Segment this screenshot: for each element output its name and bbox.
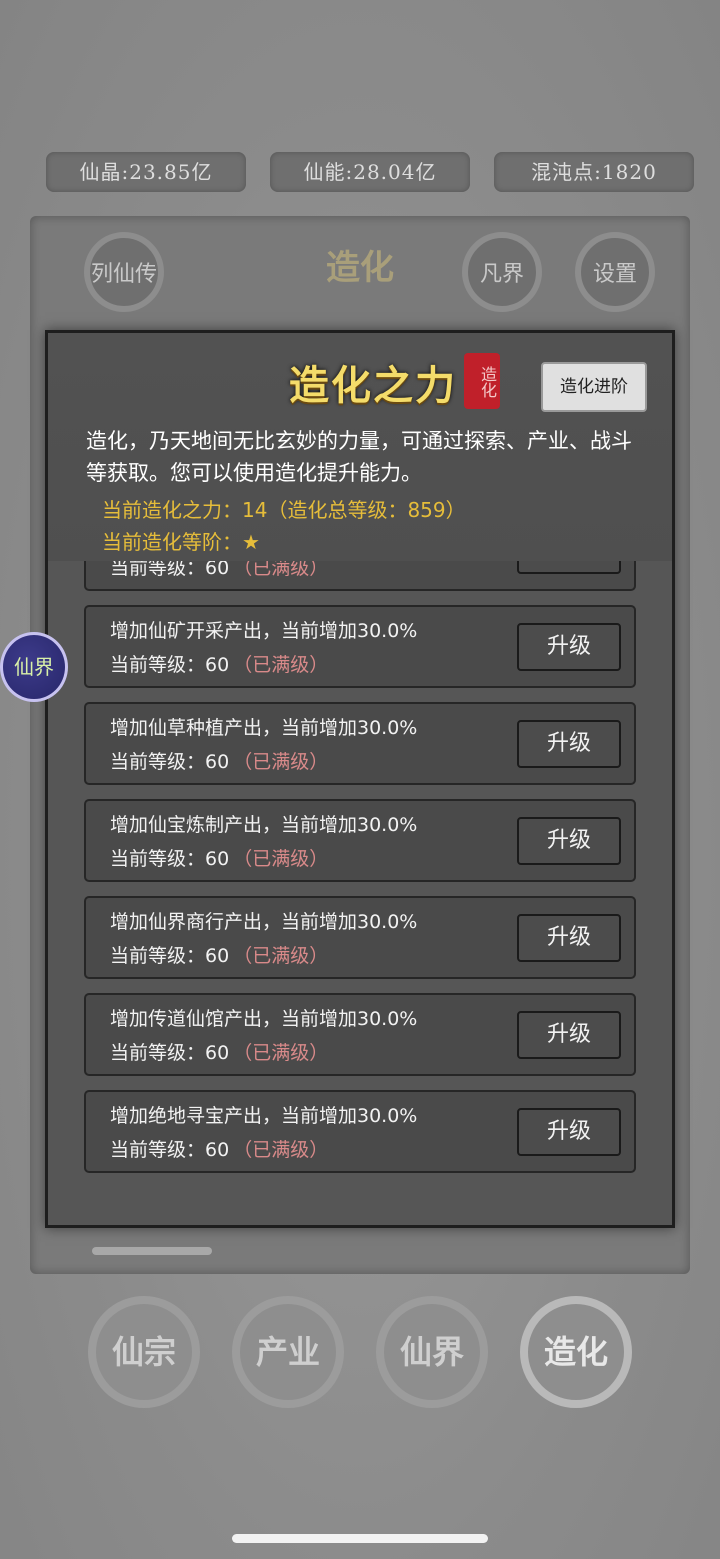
xianjie-float-button[interactable]: 仙界	[0, 632, 68, 702]
dialog-description: 造化，乃天地间无比玄妙的力量，可通过探索、产业、战斗等获取。您可以使用造化提升能…	[86, 429, 632, 485]
row-level: 当前等级：60 （已满级）	[110, 1139, 329, 1161]
upgrade-list[interactable]: 当前等级：60（已满级） 升级 增加仙矿开采产出，当前增加30.0% 当前等级：…	[48, 561, 672, 1225]
resource-xianjing: 仙晶:23.85亿	[46, 152, 246, 192]
liexianzhuan-button[interactable]: 列仙传	[84, 232, 164, 312]
row-level: 当前等级：60 （已满级）	[110, 654, 329, 676]
max-level-tag: （已满级）	[233, 1139, 329, 1161]
home-indicator	[232, 1534, 488, 1543]
upgrade-button[interactable]: 升级	[517, 623, 621, 671]
list-item-partial: 当前等级：60（已满级） 升级	[84, 561, 636, 591]
advance-button[interactable]: 造化进阶	[541, 362, 647, 412]
upgrade-button[interactable]: 升级	[517, 914, 621, 962]
row-level: 当前等级：60 （已满级）	[110, 561, 328, 580]
upgrade-button[interactable]: 升级	[517, 720, 621, 768]
row-level: 当前等级：60 （已满级）	[110, 945, 329, 967]
row-level: 当前等级：60 （已满级）	[110, 848, 329, 870]
row-description: 增加传道仙馆产出，当前增加30.0%	[110, 1008, 418, 1030]
row-description: 增加仙界商行产出，当前增加30.0%	[110, 911, 418, 933]
list-item: 增加仙矿开采产出，当前增加30.0% 当前等级：60 （已满级） 升级	[84, 605, 636, 688]
upgrade-button[interactable]: 升级	[517, 817, 621, 865]
max-level-tag: （已满级）	[233, 1042, 329, 1064]
list-item: 增加传道仙馆产出，当前增加30.0% 当前等级：60 （已满级） 升级	[84, 993, 636, 1076]
resource-hundun: 混沌点:1820	[494, 152, 694, 192]
max-level-tag: （已满级）	[233, 848, 329, 870]
upgrade-button[interactable]: 升级	[517, 1011, 621, 1059]
row-level: 当前等级：60 （已满级）	[110, 1042, 329, 1064]
upgrade-button[interactable]: 升级	[517, 561, 621, 574]
nav-zaohua[interactable]: 造化	[520, 1296, 632, 1408]
current-tier: 当前造化等阶：★	[102, 530, 260, 554]
max-level-tag: （已满级）	[233, 751, 329, 773]
row-description: 增加仙矿开采产出，当前增加30.0%	[110, 620, 418, 642]
list-item: 增加绝地寻宝产出，当前增加30.0% 当前等级：60 （已满级） 升级	[84, 1090, 636, 1173]
row-description: 增加仙草种植产出，当前增加30.0%	[110, 717, 418, 739]
fanjie-button[interactable]: 凡界	[462, 232, 542, 312]
max-level-tag: （已满级）	[233, 654, 329, 676]
resource-xianneng: 仙能:28.04亿	[270, 152, 470, 192]
settings-button[interactable]: 设置	[575, 232, 655, 312]
row-description: 增加仙宝炼制产出，当前增加30.0%	[110, 814, 418, 836]
list-item: 增加仙草种植产出，当前增加30.0% 当前等级：60 （已满级） 升级	[84, 702, 636, 785]
current-power: 当前造化之力：14（造化总等级：859）	[102, 498, 466, 522]
nav-xianjie[interactable]: 仙界	[376, 1296, 488, 1408]
row-level: 当前等级：60 （已满级）	[110, 751, 329, 773]
list-item: 增加仙宝炼制产出，当前增加30.0% 当前等级：60 （已满级） 升级	[84, 799, 636, 882]
page-title: 造化	[326, 248, 394, 288]
max-level-tag: （已满级）	[233, 945, 329, 967]
nav-chanye[interactable]: 产业	[232, 1296, 344, 1408]
nav-xianzong[interactable]: 仙宗	[88, 1296, 200, 1408]
max-level-tag: （已满级）	[233, 561, 329, 579]
zaohua-dialog: 当前等级：60（已满级） 升级 增加仙矿开采产出，当前增加30.0% 当前等级：…	[45, 330, 675, 1228]
dialog-header: 造化之力 造化 造化进阶 造化，乃天地间无比玄妙的力量，可通过探索、产业、战斗等…	[48, 333, 672, 561]
upgrade-button[interactable]: 升级	[517, 1108, 621, 1156]
row-description: 增加绝地寻宝产出，当前增加30.0%	[110, 1105, 418, 1127]
dialog-title: 造化之力	[289, 362, 457, 409]
list-item: 增加仙界商行产出，当前增加30.0% 当前等级：60 （已满级） 升级	[84, 896, 636, 979]
zaohua-seal-icon: 造化	[464, 353, 500, 409]
scroll-indicator	[92, 1247, 212, 1255]
